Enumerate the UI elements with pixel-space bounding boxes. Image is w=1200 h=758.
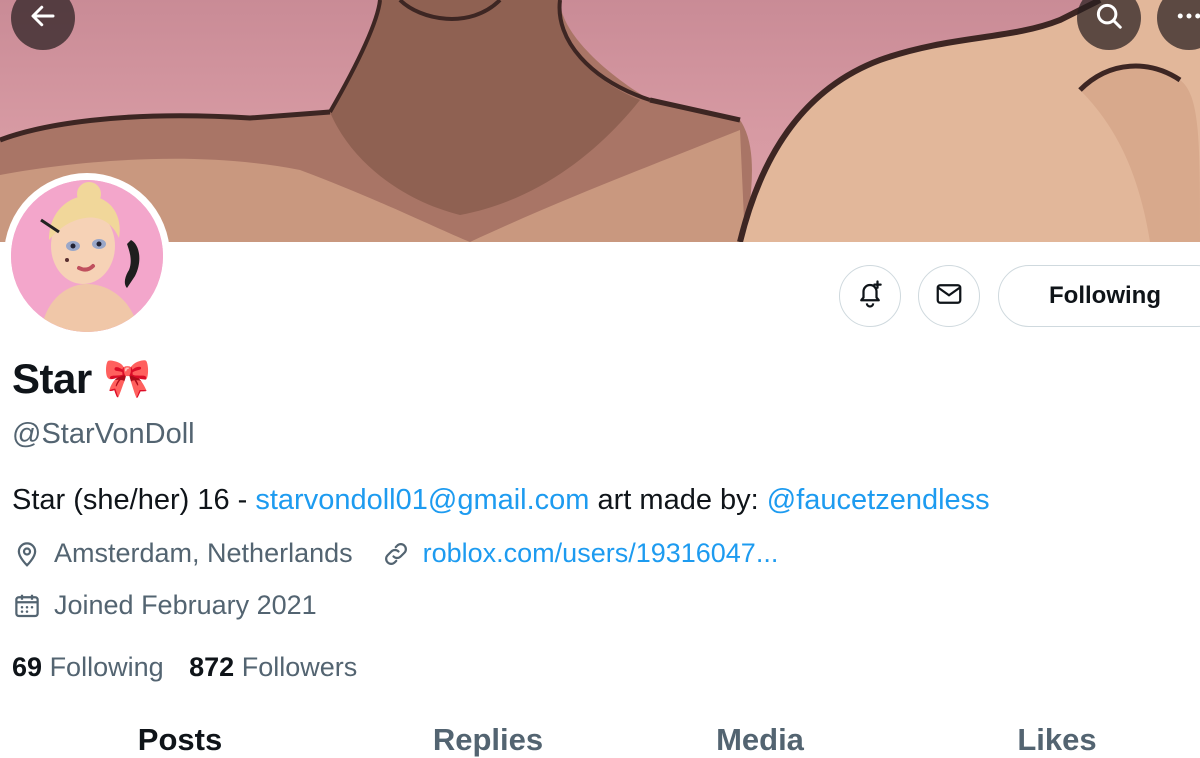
website-link[interactable]: roblox.com/users/19316047... (423, 538, 779, 569)
bio-email-link[interactable]: starvondoll01@gmail.com (255, 484, 589, 516)
calendar-icon (12, 591, 42, 621)
display-name-text: Star (12, 355, 92, 402)
tab-posts[interactable]: Posts (138, 722, 222, 758)
more-icon (1174, 1, 1200, 36)
bio-text-1: Star (she/her) 16 - (12, 484, 256, 516)
following-button[interactable]: Following (998, 265, 1200, 327)
joined-row: Joined February 2021 (12, 590, 317, 621)
following-stat[interactable]: 69 Following (12, 652, 164, 682)
profile-banner (0, 0, 1200, 242)
profile-meta-row: Amsterdam, Netherlands roblox.com/users/… (12, 538, 778, 569)
bio-mention-link[interactable]: @faucetzendless (767, 484, 990, 516)
envelope-icon (934, 279, 964, 314)
followers-count: 872 (189, 652, 235, 682)
bow-emoji: 🎀 (103, 358, 151, 400)
bell-plus-icon (855, 279, 885, 314)
following-button-label: Following (1049, 282, 1161, 309)
location-pin-icon (12, 539, 42, 569)
message-button[interactable] (918, 265, 980, 327)
search-icon (1094, 1, 1124, 36)
tab-media[interactable]: Media (716, 722, 804, 758)
following-count: 69 (12, 652, 43, 682)
bio: Star (she/her) 16 - starvondoll01@gmail.… (12, 484, 990, 517)
avatar[interactable] (4, 173, 170, 339)
banner-artwork (0, 0, 1200, 242)
follow-stats: 69 Following 872 Followers (12, 652, 357, 683)
link-icon (381, 539, 411, 569)
user-handle: @StarVonDoll (12, 418, 195, 450)
location-text: Amsterdam, Netherlands (54, 538, 353, 568)
followers-label: Followers (241, 652, 358, 682)
tab-replies[interactable]: Replies (433, 722, 543, 758)
back-arrow-icon (28, 1, 58, 36)
notify-button[interactable] (839, 265, 901, 327)
bio-text-2: art made by: (589, 484, 767, 516)
joined-text: Joined February 2021 (54, 590, 317, 620)
tab-likes[interactable]: Likes (1017, 722, 1096, 758)
avatar-image (11, 180, 163, 332)
followers-stat[interactable]: 872 Followers (189, 652, 357, 682)
following-label: Following (49, 652, 164, 682)
display-name: Star 🎀 (12, 355, 151, 403)
